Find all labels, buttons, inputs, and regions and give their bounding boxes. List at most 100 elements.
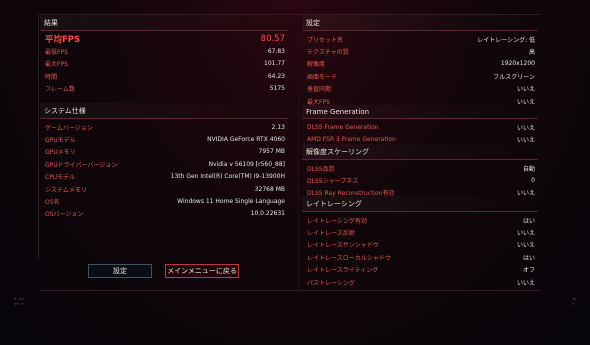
system-row: ゲームバージョン 2.13 bbox=[40, 121, 288, 133]
corner-decoration-icon: ▪▪ ▪ bbox=[572, 296, 577, 306]
system-label: システムメモリ bbox=[45, 186, 87, 194]
settings-label: プリセット名 bbox=[307, 36, 344, 44]
system-label: OSバージョン bbox=[45, 211, 84, 219]
settings-label: 垂直同期 bbox=[307, 86, 332, 94]
result-value: 80.57 bbox=[260, 34, 285, 45]
frame-bottom-line bbox=[40, 290, 540, 291]
raytracing-row: レイトレースローカルシャドウ はい bbox=[302, 251, 538, 263]
frame-generation-value: いいえ bbox=[516, 137, 535, 145]
system-label: GPUドライバーバージョン bbox=[45, 161, 118, 169]
settings-label: 画面モード bbox=[307, 73, 338, 81]
settings-label: テクスチャの質 bbox=[307, 49, 349, 57]
settings-value: 高 bbox=[528, 49, 535, 57]
system-value: 2.13 bbox=[271, 123, 285, 131]
settings-label: 解像度 bbox=[307, 61, 326, 69]
settings-row: 画面モード フルスクリーン bbox=[302, 70, 538, 82]
scaling-value: 自動 bbox=[522, 165, 535, 173]
frame-generation-row: DLSS Frame Generation いいえ bbox=[302, 121, 538, 133]
main-menu-button[interactable]: メインメニューに戻る bbox=[165, 264, 239, 278]
system-value: Nvidia v 56109 [r560_88] bbox=[208, 160, 285, 168]
raytracing-label: レイトレース反射 bbox=[307, 230, 355, 238]
scaling-label: DLSSシャープネス bbox=[307, 178, 359, 186]
system-panel: システム仕様 ゲームバージョン 2.13 GPUモデル NVIDIA GeForce… bbox=[40, 103, 288, 220]
settings-row: 垂直同期 いいえ bbox=[302, 83, 538, 95]
system-row: GPUドライバーバージョン Nvidia v 56109 [r560_88] bbox=[40, 158, 288, 170]
settings-value: いいえ bbox=[516, 86, 535, 94]
frame-generation-title: Frame Generation bbox=[302, 105, 538, 119]
settings-button[interactable]: 設定 bbox=[88, 264, 152, 278]
result-label: フレーム数 bbox=[45, 86, 75, 94]
result-row-max-fps: 最大FPS 101.77 bbox=[40, 58, 288, 70]
system-value: 7957 MB bbox=[258, 148, 285, 156]
raytracing-row: レイトレース反射 いいえ bbox=[302, 226, 538, 238]
system-title: システム仕様 bbox=[40, 103, 288, 119]
scaling-title: 解像度スケーリング bbox=[302, 144, 538, 160]
raytracing-row: レイトレーシング有効 はい bbox=[302, 214, 538, 226]
raytracing-value: はい bbox=[522, 217, 535, 225]
system-label: GPUモデル bbox=[45, 137, 76, 145]
result-label: 最大FPS bbox=[45, 61, 68, 69]
result-label: 時間 bbox=[45, 73, 58, 81]
raytracing-value: オフ bbox=[522, 267, 535, 275]
scaling-value: 0 bbox=[531, 177, 535, 185]
raytracing-row: パストレーシング いいえ bbox=[302, 276, 538, 288]
system-row: システムメモリ 32768 MB bbox=[40, 183, 288, 195]
system-row: GPUメモリ 7957 MB bbox=[40, 146, 288, 158]
raytracing-label: パストレーシング bbox=[307, 279, 355, 287]
system-row: CPUモデル 13th Gen Intel(R) Core(TM) i9-1390… bbox=[40, 171, 288, 183]
system-label: CPUモデル bbox=[45, 174, 76, 182]
system-value: Windows 11 Home Single Language bbox=[177, 198, 285, 206]
result-row-avg-fps: 平均FPS 80.57 bbox=[40, 33, 288, 45]
system-value: 10.0.22631 bbox=[250, 210, 285, 218]
frame-generation-value: いいえ bbox=[516, 124, 535, 132]
raytracing-value: いいえ bbox=[516, 230, 535, 238]
result-label: 最低FPS bbox=[45, 49, 68, 57]
results-title: 結果 bbox=[40, 15, 288, 31]
raytracing-label: レイトレーシング有効 bbox=[307, 217, 367, 225]
raytracing-row: レイトレースライティング オフ bbox=[302, 264, 538, 276]
frame-left-line bbox=[38, 14, 39, 259]
system-label: GPUメモリ bbox=[45, 149, 76, 157]
system-label: OS名 bbox=[45, 199, 60, 207]
system-value: NVIDIA GeForce RTX 4060 bbox=[207, 136, 285, 144]
settings-row: 解像度 1920x1200 bbox=[302, 58, 538, 70]
result-row-frames: フレーム数 5175 bbox=[40, 83, 288, 95]
raytracing-label: レイトレースローカルシャドウ bbox=[307, 254, 391, 262]
raytracing-row: レイトレースサンシャドウ いいえ bbox=[302, 239, 538, 251]
raytracing-panel: レイトレーシング レイトレーシング有効 はい レイトレース反射 いいえ レイトレース… bbox=[302, 196, 538, 288]
settings-row: プリセット名 レイトレーシング: 低 bbox=[302, 33, 538, 45]
result-value: 101.77 bbox=[264, 60, 285, 68]
raytracing-title: レイトレーシング bbox=[302, 196, 538, 212]
settings-value: フルスクリーン bbox=[493, 73, 535, 81]
system-row: GPUモデル NVIDIA GeForce RTX 4060 bbox=[40, 133, 288, 145]
results-panel: 結果 平均FPS 80.57 最低FPS 67.83 最大FPS 101.77 … bbox=[40, 15, 288, 95]
result-label: 平均FPS bbox=[45, 35, 81, 46]
settings-value: 1920x1200 bbox=[500, 60, 535, 68]
system-value: 13th Gen Intel(R) Core(TM) i9-13900H bbox=[170, 173, 285, 181]
scaling-row: DLSSシャープネス 0 bbox=[302, 174, 538, 186]
scaling-label: DLSS品質 bbox=[307, 165, 335, 173]
frame-generation-label: AMD FSR 3 Frame Generation bbox=[307, 136, 396, 144]
system-value: 32768 MB bbox=[254, 185, 285, 193]
corner-decoration-icon: ▪ ▪▪ ▪▪ ▪ bbox=[14, 296, 24, 306]
frame-generation-panel: Frame Generation DLSS Frame Generation いい… bbox=[302, 105, 538, 146]
scaling-panel: 解像度スケーリング DLSS品質 自動 DLSSシャープネス 0 DLSS Ray … bbox=[302, 144, 538, 199]
result-row-time: 時間 64.23 bbox=[40, 70, 288, 82]
system-row: OS名 Windows 11 Home Single Language bbox=[40, 195, 288, 207]
frame-divider-line bbox=[298, 14, 299, 294]
system-row: OSバージョン 10.0.22631 bbox=[40, 208, 288, 220]
result-value: 67.83 bbox=[267, 48, 285, 56]
raytracing-label: レイトレースサンシャドウ bbox=[307, 242, 379, 250]
raytracing-label: レイトレースライティング bbox=[307, 267, 379, 275]
result-value: 5175 bbox=[269, 85, 285, 93]
raytracing-value: いいえ bbox=[516, 242, 535, 250]
frame-generation-label: DLSS Frame Generation bbox=[307, 123, 379, 131]
result-row-min-fps: 最低FPS 67.83 bbox=[40, 45, 288, 57]
raytracing-value: はい bbox=[522, 254, 535, 262]
system-label: ゲームバージョン bbox=[45, 124, 93, 132]
settings-row: テクスチャの質 高 bbox=[302, 45, 538, 57]
raytracing-value: いいえ bbox=[516, 279, 535, 287]
settings-value: レイトレーシング: 低 bbox=[477, 36, 535, 44]
result-value: 64.23 bbox=[267, 72, 285, 80]
settings-panel: 設定 プリセット名 レイトレーシング: 低 テクスチャの質 高 解像度 1920x12… bbox=[302, 15, 538, 107]
